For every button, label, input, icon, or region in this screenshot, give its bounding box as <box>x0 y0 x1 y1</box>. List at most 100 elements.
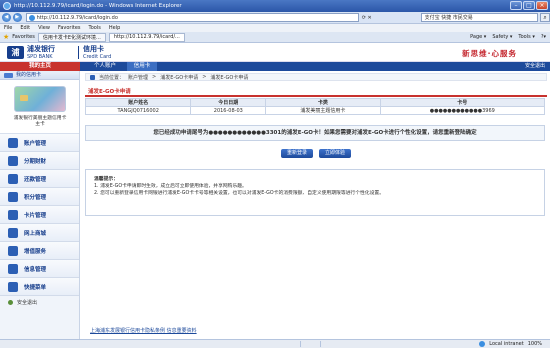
card-chip-icon <box>20 95 28 101</box>
cell-card-type: 浦发美丽主题信用卡 <box>265 106 381 115</box>
favorites-label[interactable]: Favorites <box>12 34 35 40</box>
sidebar-item-label: 增值服务 <box>24 248 47 255</box>
sidebar-item-label: 积分管理 <box>24 194 47 201</box>
sidebar-item-points[interactable]: 积分管理 <box>0 188 79 206</box>
menu-edit[interactable]: Edit <box>20 25 30 31</box>
product-title: 信用卡 <box>83 45 104 53</box>
account-icon <box>8 137 18 148</box>
relogin-button[interactable]: 重新登录 <box>280 149 313 158</box>
maximize-button[interactable]: □ <box>523 1 535 10</box>
tips-box: 温馨提示： 1. 浦发E-GO卡申请即时生效，成立后可立即使用体验，并享网购乐趣… <box>85 169 545 216</box>
nav-home[interactable]: 我的主页 <box>0 62 80 71</box>
window-controls: – □ × <box>510 1 548 10</box>
table-row: TANGJQ0716002 2016-08-03 浦发美丽主题信用卡 ●●●●●… <box>84 106 546 115</box>
sidebar-item-account[interactable]: 账户管理 <box>0 134 79 152</box>
my-card-header: 我的信用卡 <box>0 71 79 80</box>
status-cell <box>300 341 318 347</box>
search-icon[interactable]: ⌕ <box>540 13 550 22</box>
breadcrumb-current: 浦发E-GO卡申请 <box>210 74 249 81</box>
main-content: 当前位置： 账户管理 > 浦发E-GO卡申请 > 浦发E-GO卡申请 浦发E-G… <box>84 73 547 339</box>
product-title-en: Credit Card <box>83 54 112 60</box>
try-now-button[interactable]: 立即体验 <box>319 149 352 158</box>
minimize-button[interactable]: – <box>510 1 522 10</box>
menu-view[interactable]: View <box>38 25 50 31</box>
security-zone: Local intranet 100% <box>479 341 550 347</box>
tools-menu[interactable]: Tools ▾ <box>518 34 534 40</box>
col-account-name: 账户姓名 <box>84 98 192 107</box>
bank-name: 浦发银行 <box>27 45 55 53</box>
ie-page-icon <box>28 15 35 21</box>
card-image[interactable] <box>14 86 66 112</box>
status-cells <box>300 341 338 347</box>
sidebar-item-installment[interactable]: 分期财财 <box>0 152 79 170</box>
tab-bar: ★ Favorites 信用卡发卡E化测试环境... http://10.112… <box>0 32 550 43</box>
location-icon <box>90 74 95 80</box>
breadcrumb-sep: > <box>152 74 157 80</box>
nav-personal-account[interactable]: 个人账户 <box>86 62 124 71</box>
breadcrumb-item[interactable]: 浦发E-GO卡申请 <box>160 74 198 81</box>
table-header-row: 账户姓名 今日日期 卡类 卡号 <box>84 98 546 107</box>
menu-tools[interactable]: Tools <box>89 25 101 31</box>
status-bar: Local intranet 100% <box>0 339 550 348</box>
mall-icon <box>8 227 18 238</box>
back-button[interactable]: ◀ <box>2 13 11 22</box>
sidebar-item-service[interactable]: 增值服务 <box>0 242 79 260</box>
slogan: 新思维·心服务 <box>462 49 517 58</box>
exit-icon <box>8 300 13 305</box>
globe-icon <box>479 341 486 347</box>
sidebar-item-label: 卡片管理 <box>24 212 47 219</box>
action-buttons: 重新登录 立即体验 <box>85 149 547 158</box>
logo-divider <box>78 46 79 59</box>
card-panel: 浦发银行美丽主题信用卡 主卡 <box>0 80 79 134</box>
repayment-icon <box>8 173 18 184</box>
refresh-stop-buttons[interactable]: ⟳ ✕ <box>362 15 419 21</box>
main-nav: 我的主页 个人账户 信用卡 安全退出 <box>0 62 550 71</box>
service-icon <box>8 245 18 256</box>
nav-credit-card[interactable]: 信用卡 <box>127 62 157 71</box>
menu-favorites[interactable]: Favorites <box>58 25 81 31</box>
tab-first[interactable]: 信用卡发卡E化测试环境... <box>37 32 106 42</box>
col-card-type: 卡类 <box>265 98 381 107</box>
command-bar: Page ▾ Safety ▾ Tools ▾ ?▾ <box>470 34 550 40</box>
cell-card-number: ●●●●●●●●●●●●3969 <box>379 106 546 115</box>
zoom-level[interactable]: 100% <box>528 341 542 347</box>
section-title: 浦发E-GO卡申请 <box>85 89 547 97</box>
web-page: 浦 浦发银行 SPD BANK 信用卡 Credit Card 新思维·心服务 … <box>0 43 550 339</box>
sidebar-item-info[interactable]: 信息管理 <box>0 260 79 278</box>
help-menu[interactable]: ?▾ <box>541 34 546 40</box>
sidebar-item-shortcut[interactable]: 快捷菜单 <box>0 278 79 296</box>
status-cell <box>320 341 338 347</box>
tips-title: 温馨提示： <box>94 177 118 182</box>
my-card-title: 我的信用卡 <box>16 72 42 78</box>
sidebar-item-card[interactable]: 卡片管理 <box>0 206 79 224</box>
info-icon <box>8 263 18 274</box>
menu-help[interactable]: Help <box>109 25 120 31</box>
tab-active[interactable]: http://10.112.9.79/icard/... <box>108 32 185 42</box>
menu-file[interactable]: File <box>4 25 12 31</box>
sidebar-item-mall[interactable]: 网上商城 <box>0 224 79 242</box>
site-header: 浦 浦发银行 SPD BANK 信用卡 Credit Card 新思维·心服务 <box>0 43 550 62</box>
page-menu[interactable]: Page ▾ <box>470 34 486 40</box>
close-button[interactable]: × <box>536 1 548 10</box>
success-notice: 您已经成功申请尾号为●●●●●●●●●●●●3301的浦发E-GO卡！如果您需要… <box>85 125 545 141</box>
footer-privacy-link[interactable]: 上海浦东发展银行信用卡隐私条例 信息重要资料 <box>90 327 197 334</box>
favorites-star-icon[interactable]: ★ <box>3 33 9 41</box>
sidebar-safe-exit[interactable]: 安全退出 <box>0 296 79 309</box>
nav-logout[interactable]: 安全退出 <box>525 62 545 71</box>
card-icon <box>8 209 18 220</box>
sidebar-item-repayment[interactable]: 还款管理 <box>0 170 79 188</box>
sidebar-item-label: 网上商城 <box>24 230 47 237</box>
safety-menu[interactable]: Safety ▾ <box>492 34 512 40</box>
address-bar: ◀ ▶ http://10.112.9.79/icard/login.do ⟳ … <box>0 12 550 24</box>
menu-bar: File Edit View Favorites Tools Help <box>0 24 550 32</box>
bank-logo-text: 浦发银行 SPD BANK <box>27 45 55 61</box>
url-input[interactable]: http://10.112.9.79/icard/login.do <box>25 13 359 22</box>
bank-name-en: SPD BANK <box>27 54 53 60</box>
forward-button[interactable]: ▶ <box>12 13 22 22</box>
tip-item: 1. 浦发E-GO卡申请即时生效，成立后可立即使用体验，并享网购乐趣。 <box>94 184 247 189</box>
credit-card-icon <box>4 73 13 78</box>
safe-exit-label: 安全退出 <box>17 300 38 306</box>
breadcrumb-item[interactable]: 账户管理 <box>128 74 148 81</box>
col-date: 今日日期 <box>190 98 267 107</box>
search-input[interactable]: 支付宝 快捷 市民交易 <box>420 13 539 22</box>
